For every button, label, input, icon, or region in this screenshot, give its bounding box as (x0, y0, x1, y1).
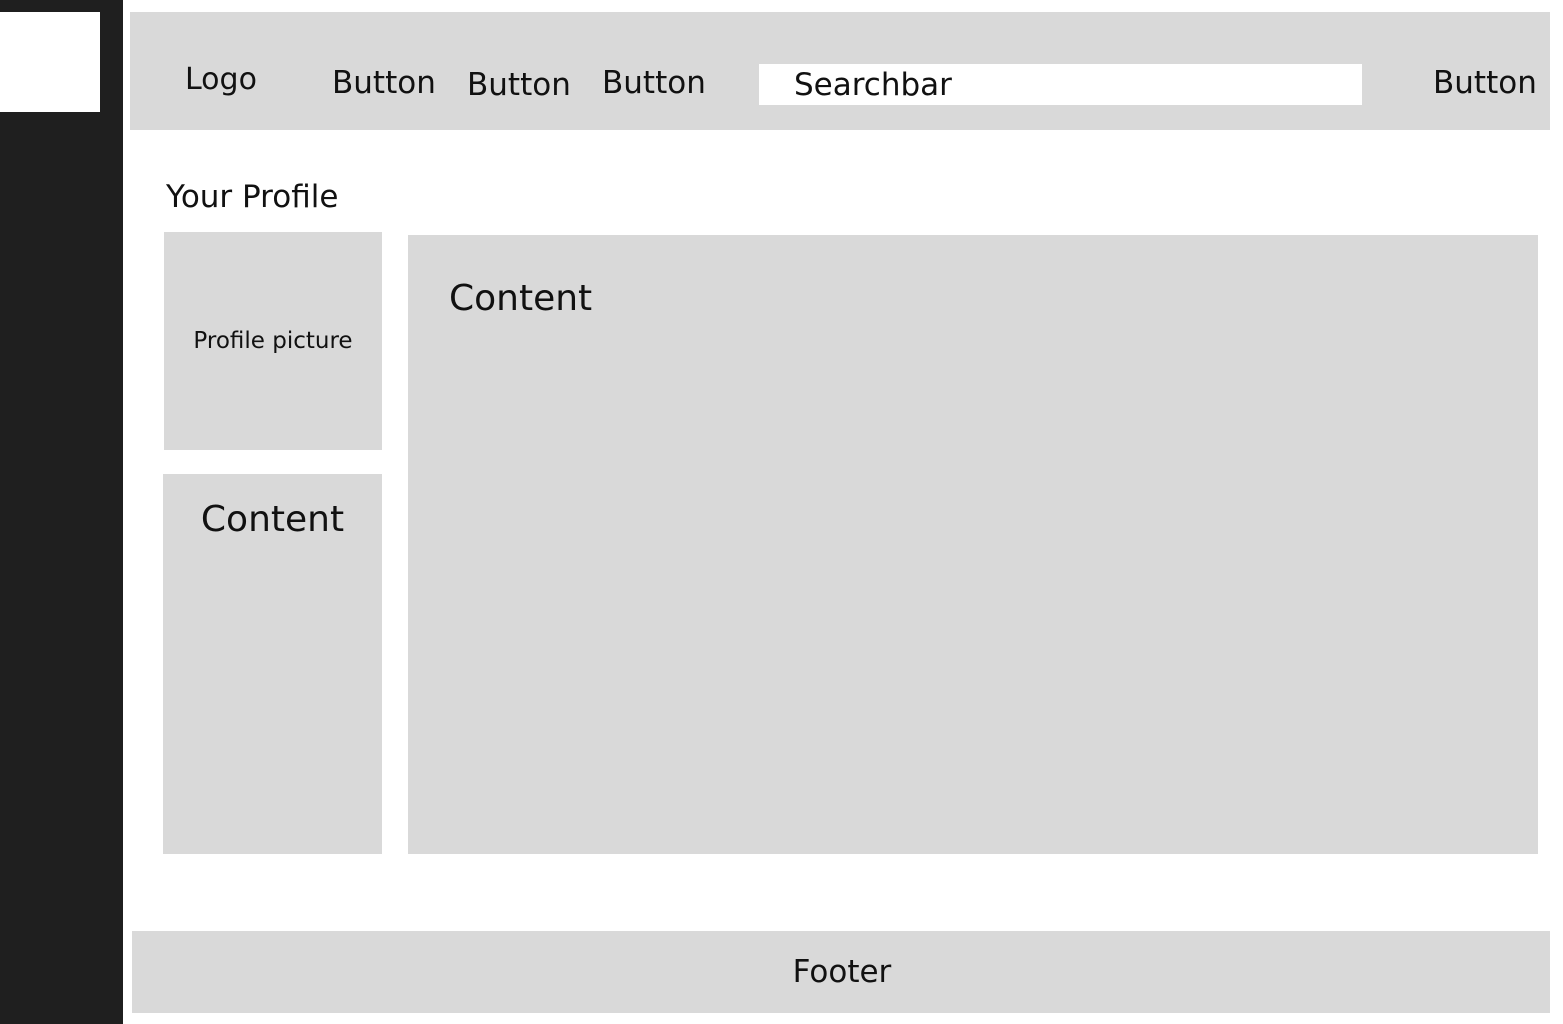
main-content: Content (408, 235, 1538, 854)
profile-picture-label: Profile picture (193, 328, 353, 354)
side-content-heading: Content (200, 499, 345, 540)
nav-button-3[interactable]: Button (602, 62, 706, 104)
main-content-heading: Content (449, 278, 593, 319)
top-navigation-bar: Logo Button Button Button Button (130, 12, 1550, 130)
nav-button-1[interactable]: Button (332, 62, 436, 104)
footer-label: Footer (792, 954, 892, 990)
sidebar (0, 0, 123, 1024)
profile-side-content: Content (163, 474, 382, 854)
nav-button-2[interactable]: Button (467, 64, 571, 106)
header-right-button[interactable]: Button (1433, 62, 1537, 104)
footer: Footer (132, 931, 1550, 1013)
page-title: Your Profile (166, 179, 339, 215)
logo[interactable]: Logo (185, 60, 257, 100)
search-input[interactable] (759, 64, 1362, 105)
profile-picture[interactable]: Profile picture (164, 232, 382, 450)
sidebar-tile[interactable] (0, 12, 100, 112)
